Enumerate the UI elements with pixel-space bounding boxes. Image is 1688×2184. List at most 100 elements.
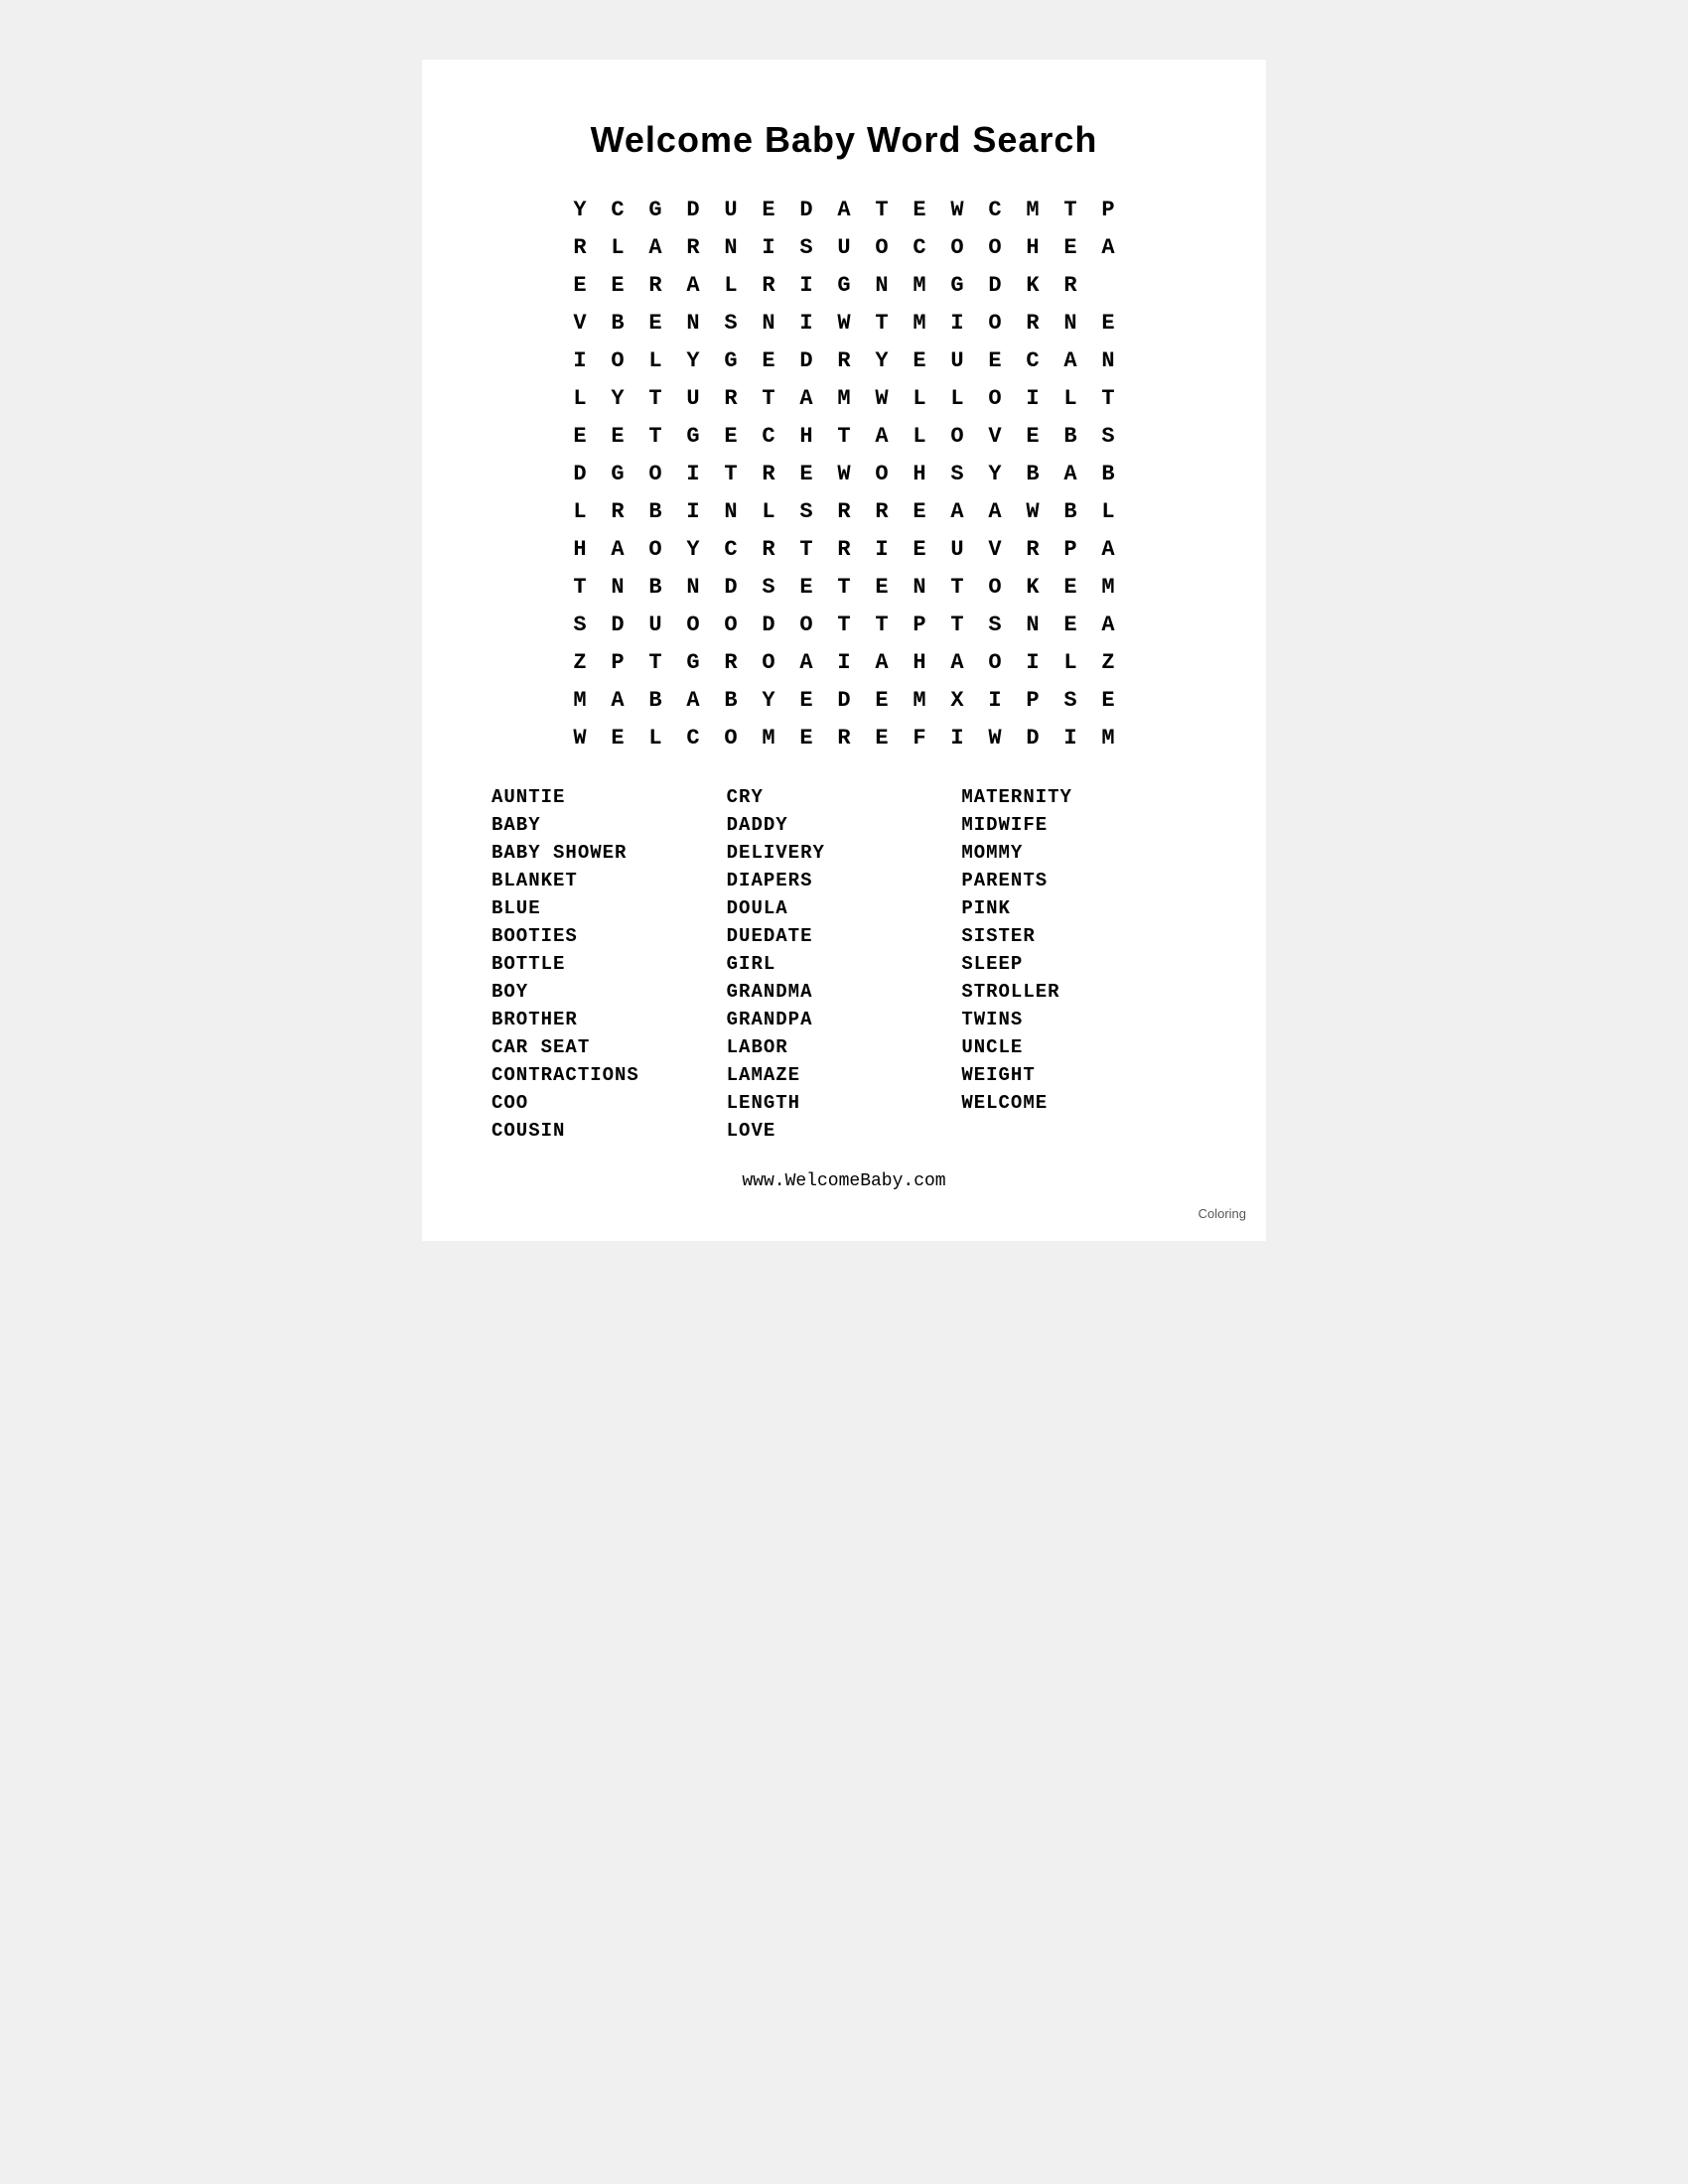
grid-cell-0-6: D [787, 191, 825, 228]
word-list-item: AUNTIE [492, 786, 727, 808]
word-list-item: DELIVERY [727, 842, 962, 864]
word-list-item: LOVE [727, 1120, 962, 1142]
grid-cell-1-4: N [712, 228, 750, 266]
grid-cell-5-8: W [863, 379, 901, 417]
grid-cell-2-0: E [561, 266, 599, 304]
grid-cell-11-12: N [1014, 606, 1052, 643]
grid-cell-6-14: S [1089, 417, 1127, 455]
grid-cell-13-7: D [825, 681, 863, 719]
word-column-3: MATERNITYMIDWIFEMOMMYPARENTSPINKSISTERSL… [961, 786, 1196, 1142]
grid-cell-14-6: E [787, 719, 825, 756]
grid-cell-8-14: L [1089, 492, 1127, 530]
grid-cell-1-9: C [901, 228, 938, 266]
grid-cell-4-4: G [712, 341, 750, 379]
grid-cell-8-8: R [863, 492, 901, 530]
word-list-item: BOY [492, 981, 727, 1003]
grid-cell-0-9: E [901, 191, 938, 228]
grid-cell-12-11: O [976, 643, 1014, 681]
grid-cell-1-7: U [825, 228, 863, 266]
grid-cell-10-10: T [938, 568, 976, 606]
grid-cell-10-2: B [636, 568, 674, 606]
grid-cell-6-0: E [561, 417, 599, 455]
word-list-item: COUSIN [492, 1120, 727, 1142]
grid-cell-9-13: P [1052, 530, 1089, 568]
grid-cell-3-9: M [901, 304, 938, 341]
word-list-item: GRANDPA [727, 1009, 962, 1030]
grid-cell-13-12: P [1014, 681, 1052, 719]
coloring-label: Coloring [1198, 1206, 1246, 1221]
grid-cell-14-12: D [1014, 719, 1052, 756]
grid-cell-5-13: L [1052, 379, 1089, 417]
word-column-2: CRYDADDYDELIVERYDIAPERSDOULADUEDATEGIRLG… [727, 786, 962, 1142]
grid-cell-13-14: E [1089, 681, 1127, 719]
grid-cell-2-9: M [901, 266, 938, 304]
grid-cell-8-0: L [561, 492, 599, 530]
grid-cell-1-10: O [938, 228, 976, 266]
grid-cell-14-1: E [599, 719, 636, 756]
grid-cell-8-2: B [636, 492, 674, 530]
grid-cell-9-9: E [901, 530, 938, 568]
grid-cell-11-3: O [674, 606, 712, 643]
grid-cell-5-9: L [901, 379, 938, 417]
grid-cell-7-1: G [599, 455, 636, 492]
grid-cell-4-3: Y [674, 341, 712, 379]
grid-cell-9-7: R [825, 530, 863, 568]
grid-cell-2-1: E [599, 266, 636, 304]
word-list-item: LABOR [727, 1036, 962, 1058]
word-list-item: CRY [727, 786, 962, 808]
grid-cell-5-4: R [712, 379, 750, 417]
grid-cell-0-1: C [599, 191, 636, 228]
grid-cell-0-14: P [1089, 191, 1127, 228]
grid-cell-2-3: A [674, 266, 712, 304]
grid-cell-1-5: I [750, 228, 787, 266]
grid-cell-1-14: A [1089, 228, 1127, 266]
grid-cell-0-0: Y [561, 191, 599, 228]
word-list-item: GIRL [727, 953, 962, 975]
grid-cell-9-2: O [636, 530, 674, 568]
grid-cell-9-1: A [599, 530, 636, 568]
grid-cell-3-14: E [1089, 304, 1127, 341]
grid-cell-13-10: X [938, 681, 976, 719]
grid-cell-14-9: F [901, 719, 938, 756]
grid-cell-6-5: C [750, 417, 787, 455]
grid-cell-11-1: D [599, 606, 636, 643]
word-list-item: SLEEP [961, 953, 1196, 975]
grid-cell-4-6: D [787, 341, 825, 379]
word-list-item: PARENTS [961, 870, 1196, 891]
grid-cell-11-13: E [1052, 606, 1089, 643]
grid-cell-3-4: S [712, 304, 750, 341]
grid-cell-11-10: T [938, 606, 976, 643]
grid-cell-3-13: N [1052, 304, 1089, 341]
page-title: Welcome Baby Word Search [472, 119, 1216, 161]
grid-cell-2-4: L [712, 266, 750, 304]
word-column-1: AUNTIEBABYBABY SHOWERBLANKETBLUEBOOTIESB… [492, 786, 727, 1142]
grid-cell-9-10: U [938, 530, 976, 568]
grid-cell-12-7: I [825, 643, 863, 681]
word-list-item: CONTRACTIONS [492, 1064, 727, 1086]
grid-cell-7-5: R [750, 455, 787, 492]
word-list-item: TWINS [961, 1009, 1196, 1030]
grid-cell-11-9: P [901, 606, 938, 643]
word-list-item: PINK [961, 897, 1196, 919]
grid-cell-14-2: L [636, 719, 674, 756]
grid-cell-4-11: E [976, 341, 1014, 379]
grid-cell-0-12: M [1014, 191, 1052, 228]
grid-cell-4-12: C [1014, 341, 1052, 379]
grid-cell-9-5: R [750, 530, 787, 568]
grid-cell-14-10: I [938, 719, 976, 756]
grid-cell-1-2: A [636, 228, 674, 266]
grid-cell-6-9: L [901, 417, 938, 455]
grid-cell-3-12: R [1014, 304, 1052, 341]
grid-cell-10-8: E [863, 568, 901, 606]
grid-cell-2-5: R [750, 266, 787, 304]
grid-cell-8-5: L [750, 492, 787, 530]
grid-cell-3-10: I [938, 304, 976, 341]
grid-cell-0-10: W [938, 191, 976, 228]
word-list-item: BOTTLE [492, 953, 727, 975]
grid-cell-3-5: N [750, 304, 787, 341]
grid-cell-9-4: C [712, 530, 750, 568]
grid-cell-12-0: Z [561, 643, 599, 681]
grid-cell-9-12: R [1014, 530, 1052, 568]
word-list-item: LAMAZE [727, 1064, 962, 1086]
grid-cell-7-3: I [674, 455, 712, 492]
